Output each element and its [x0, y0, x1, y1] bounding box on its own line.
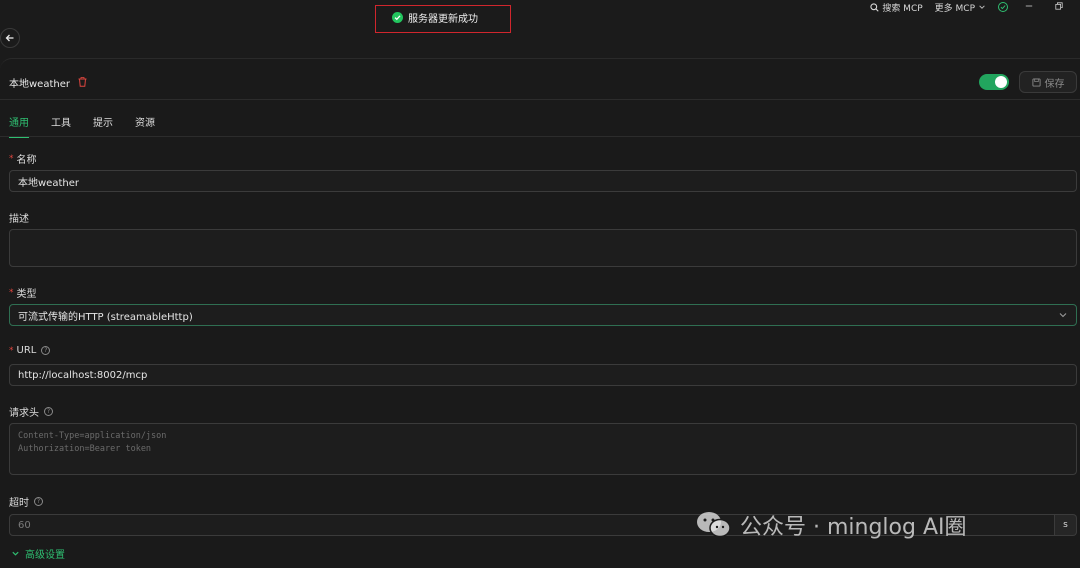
type-label-row: * 类型 — [9, 285, 37, 301]
server-header: 本地weather 保存 — [9, 70, 1077, 94]
required-marker: * — [9, 287, 14, 298]
timeout-placeholder: 60 — [18, 519, 31, 531]
url-value: http://localhost:8002/mcp — [18, 369, 148, 381]
help-icon[interactable]: ? — [34, 497, 43, 506]
restore-window-icon[interactable] — [1050, 1, 1068, 13]
header-actions: 保存 — [979, 71, 1077, 93]
tabs-divider — [0, 136, 1080, 137]
name-label: 名称 — [16, 155, 37, 166]
headers-label-row: 请求头 ? — [9, 404, 53, 419]
headers-placeholder-line: Authorization=Bearer token — [18, 444, 152, 454]
success-toast: 服务器更新成功 — [392, 7, 478, 27]
back-button[interactable] — [0, 28, 20, 48]
header-divider — [0, 99, 1080, 100]
check-circle-icon — [392, 11, 403, 23]
tab-tools[interactable]: 工具 — [51, 114, 71, 138]
watermark: 公众号 · minglog AI圈 — [694, 508, 967, 542]
help-icon[interactable]: ? — [41, 346, 51, 355]
tab-resources[interactable]: 资源 — [135, 114, 155, 138]
delete-server-button[interactable] — [78, 77, 87, 87]
headers-label: 请求头 — [9, 408, 39, 419]
timeout-label: 超时 — [9, 498, 29, 509]
name-input[interactable]: 本地weather — [9, 170, 1077, 192]
search-mcp-label: 搜索 MCP — [882, 3, 923, 14]
type-value: 可流式传输的HTTP (streamableHttp) — [18, 311, 193, 323]
search-icon — [870, 2, 879, 12]
description-label-row: 描述 — [9, 210, 29, 225]
required-marker: * — [9, 153, 14, 164]
save-icon — [1031, 77, 1041, 87]
timeout-unit-suffix: s — [1055, 514, 1077, 536]
url-label: URL — [16, 345, 37, 356]
watermark-text: 公众号 · minglog AI圈 — [740, 515, 967, 540]
advanced-settings-toggle[interactable]: 高级设置 — [11, 546, 65, 561]
more-mcp-dropdown[interactable]: 更多 MCP — [935, 1, 986, 14]
title-bar-actions: 搜索 MCP 更多 MCP — [870, 0, 1068, 14]
required-marker: * — [9, 345, 14, 356]
description-label: 描述 — [9, 214, 29, 225]
arrow-left-icon — [5, 34, 14, 42]
save-button[interactable]: 保存 — [1019, 71, 1077, 93]
timeout-label-row: 超时 ? — [9, 494, 43, 509]
more-mcp-label: 更多 MCP — [934, 3, 975, 14]
type-label: 类型 — [16, 289, 37, 300]
status-ok-icon[interactable] — [998, 2, 1008, 12]
name-value: 本地weather — [18, 177, 79, 189]
headers-textarea[interactable]: Content-Type=application/json Authorizat… — [9, 423, 1077, 475]
tab-general[interactable]: 通用 — [9, 114, 29, 138]
url-input[interactable]: http://localhost:8002/mcp — [9, 364, 1077, 386]
chevron-down-icon — [1059, 313, 1067, 318]
minimize-icon[interactable] — [1020, 2, 1038, 13]
server-name-title: 本地weather — [9, 78, 70, 90]
tab-prompts[interactable]: 提示 — [93, 114, 113, 138]
title-bar: 搜索 MCP 更多 MCP — [0, 0, 1080, 22]
tab-bar: 通用 工具 提示 资源 — [9, 114, 155, 138]
toggle-knob — [995, 76, 1007, 88]
chevron-down-icon — [979, 5, 985, 9]
search-mcp-button[interactable]: 搜索 MCP — [870, 1, 923, 14]
chevron-down-icon — [12, 551, 19, 556]
help-icon[interactable]: ? — [44, 407, 53, 416]
headers-placeholder: Content-Type=application/json Authorizat… — [18, 430, 166, 456]
advanced-settings-label: 高级设置 — [25, 550, 65, 561]
url-label-row: * URL ? — [9, 345, 51, 356]
type-select[interactable]: 可流式传输的HTTP (streamableHttp) — [9, 304, 1077, 326]
name-label-row: * 名称 — [9, 151, 37, 167]
save-label: 保存 — [1044, 78, 1065, 90]
trash-icon — [78, 77, 87, 87]
wechat-icon — [697, 512, 731, 538]
headers-placeholder-line: Content-Type=application/json — [18, 431, 167, 441]
toast-message: 服务器更新成功 — [408, 13, 478, 25]
description-textarea[interactable] — [9, 229, 1077, 267]
enable-server-toggle[interactable] — [979, 74, 1009, 90]
